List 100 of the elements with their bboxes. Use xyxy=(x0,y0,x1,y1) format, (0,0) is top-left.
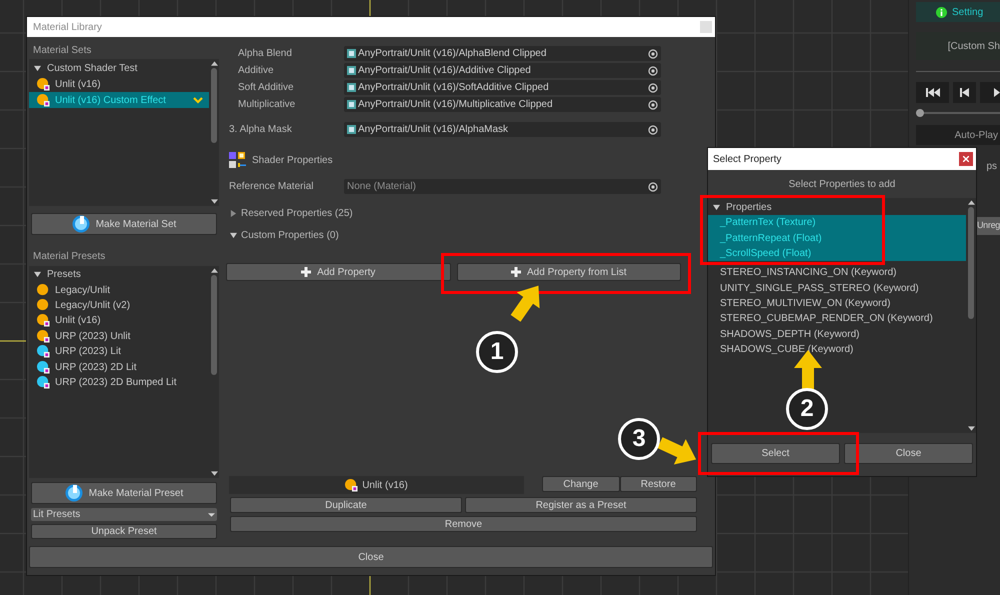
dialog-title: Select Property xyxy=(713,152,782,166)
unregister-button[interactable]: Unreg xyxy=(976,217,1000,235)
autoplay-button[interactable]: Auto-Play xyxy=(916,125,1000,145)
scroll-down-icon[interactable] xyxy=(210,199,218,204)
list-item[interactable]: Unlit (v16) xyxy=(29,313,209,329)
expanded-icon[interactable] xyxy=(34,64,41,72)
field-value: AnyPortrait/Unlit (v16)/SoftAdditive Clipped xyxy=(358,81,550,95)
list-item[interactable]: _PatternTex (Texture) xyxy=(708,215,966,231)
foldout[interactable]: Custom Properties (0) xyxy=(223,228,339,243)
scroll-up-icon[interactable] xyxy=(210,268,218,273)
slider-thumb[interactable] xyxy=(916,109,924,117)
list-item[interactable]: STEREO_MULTIVIEW_ON (Keyword) xyxy=(708,296,966,312)
chevron-down-icon[interactable] xyxy=(193,96,203,104)
scroll-down-icon[interactable] xyxy=(210,471,218,476)
object-field[interactable]: AnyPortrait/Unlit (v16)/SoftAdditive Clipped xyxy=(344,80,661,95)
list-item[interactable]: _PatternRepeat (Float) xyxy=(708,230,966,246)
object-field[interactable]: AnyPortrait/Unlit (v16)/AlphaMask xyxy=(344,122,661,137)
material-icon xyxy=(37,284,50,297)
list-item[interactable]: URP (2023) 2D Lit xyxy=(29,359,209,375)
close-button[interactable]: Close xyxy=(844,443,973,464)
close-button[interactable]: Close xyxy=(29,546,713,568)
plus-icon xyxy=(301,267,312,277)
list-item[interactable]: _ScrollSpeed (Float) xyxy=(708,246,966,262)
material-icon xyxy=(37,376,50,389)
target-icon[interactable] xyxy=(648,124,658,134)
material-icon xyxy=(345,478,358,492)
scrollbar[interactable] xyxy=(966,198,976,433)
list-item[interactable]: SHADOWS_CUBE (Keyword) xyxy=(708,342,966,357)
foldout[interactable]: Reserved Properties (25) xyxy=(223,206,353,221)
change-button[interactable]: Change xyxy=(542,476,620,492)
object-field[interactable]: None (Material) xyxy=(344,179,661,194)
object-field[interactable]: AnyPortrait/Unlit (v16)/Multiplicative Clipped xyxy=(344,97,661,112)
tree-header[interactable]: Custom Shader Test xyxy=(47,60,138,76)
field-value: AnyPortrait/Unlit (v16)/Additive Clipped xyxy=(358,64,532,78)
expanded-icon[interactable] xyxy=(34,271,41,278)
add-property-button[interactable]: Add Property xyxy=(226,263,450,281)
list-item[interactable]: Unlit (v16) xyxy=(29,76,209,92)
register-preset-button[interactable]: Register as a Preset xyxy=(465,497,697,513)
material-icon xyxy=(37,78,50,90)
list-item[interactable]: URP (2023) 2D Bumped Lit xyxy=(29,374,209,390)
field-value: None (Material) xyxy=(347,180,417,194)
setting-tab[interactable]: Setting xyxy=(916,2,1000,22)
list-item[interactable]: STEREO_INSTANCING_ON (Keyword) xyxy=(708,265,966,280)
material-icon xyxy=(37,345,50,358)
skip-back-icon xyxy=(926,88,940,97)
scrollbar[interactable] xyxy=(209,59,219,206)
shader-properties-icon xyxy=(229,152,246,168)
unpack-preset-button[interactable]: Unpack Preset xyxy=(31,524,217,539)
current-material-field: Unlit (v16) xyxy=(229,476,524,494)
panel-label: ps xyxy=(986,160,997,173)
list-item[interactable]: Legacy/Unlit (v2) xyxy=(29,298,209,314)
list-item[interactable]: UNITY_SINGLE_PASS_STEREO (Keyword) xyxy=(708,280,966,296)
material-icon xyxy=(37,314,50,328)
collapsed-icon[interactable] xyxy=(230,210,237,217)
play-button[interactable] xyxy=(980,82,1000,103)
field-value: AnyPortrait/Unlit (v16)/Multiplicative Clipped xyxy=(358,98,554,112)
list-item[interactable]: SHADOWS_DEPTH (Keyword) xyxy=(708,326,966,342)
restore-button[interactable]: Restore xyxy=(620,476,697,492)
expanded-icon[interactable] xyxy=(230,232,237,239)
material-icon xyxy=(37,94,50,106)
list-item[interactable]: Unlit (v16) Custom Effect xyxy=(29,92,209,108)
tree-header[interactable]: Presets xyxy=(47,267,81,282)
scroll-down-icon[interactable] xyxy=(968,426,974,431)
field-value: AnyPortrait/Unlit (v16)/AlphaBlend Clipped xyxy=(358,47,548,61)
object-field[interactable]: AnyPortrait/Unlit (v16)/Additive Clipped xyxy=(344,63,661,78)
shader-label: Multiplicative xyxy=(238,98,296,112)
section-label: Material Presets xyxy=(32,251,106,262)
list-item[interactable]: Legacy/Unlit xyxy=(29,282,209,298)
make-material-set-button[interactable]: Make Material Set xyxy=(31,213,217,235)
first-frame-button[interactable] xyxy=(916,82,949,103)
scroll-up-icon[interactable] xyxy=(968,200,974,205)
play-icon xyxy=(994,88,1000,97)
previous-frame-button[interactable] xyxy=(953,82,976,103)
list-item[interactable]: URP (2023) Lit xyxy=(29,344,209,360)
remove-button[interactable]: Remove xyxy=(230,516,697,532)
list-item[interactable]: STEREO_CUBEMAP_RENDER_ON (Keyword) xyxy=(708,311,966,326)
dialog-header: Select Properties to add xyxy=(788,178,896,192)
material-icon xyxy=(37,360,50,374)
scroll-up-icon[interactable] xyxy=(210,61,218,66)
shader-icon xyxy=(347,125,356,134)
close-button[interactable] xyxy=(959,152,973,166)
add-property-button[interactable]: Add Property from List xyxy=(456,263,681,281)
duplicate-button[interactable]: Duplicate xyxy=(230,497,462,513)
list-item[interactable]: URP (2023) Unlit xyxy=(29,328,209,344)
target-icon[interactable] xyxy=(648,182,658,192)
window-title: Material Library xyxy=(33,20,103,34)
section-label: Material Sets xyxy=(32,45,92,56)
object-field[interactable]: AnyPortrait/Unlit (v16)/AlphaBlend Clipped xyxy=(344,46,661,61)
dropdown-arrow-icon xyxy=(208,512,215,516)
scrollbar[interactable] xyxy=(209,266,219,478)
expanded-icon[interactable] xyxy=(713,204,720,212)
select-button[interactable]: Select xyxy=(711,443,840,464)
make-material-preset-button[interactable]: Make Material Preset xyxy=(31,482,217,504)
sphere-icon xyxy=(64,484,83,502)
presets-dropdown[interactable]: Lit Presets xyxy=(31,508,217,521)
material-icon xyxy=(37,298,50,312)
info-icon xyxy=(936,6,947,18)
tree-header[interactable]: Properties xyxy=(726,200,772,216)
sphere-icon xyxy=(72,215,90,233)
shader-label: 3. Alpha Mask xyxy=(229,123,293,137)
